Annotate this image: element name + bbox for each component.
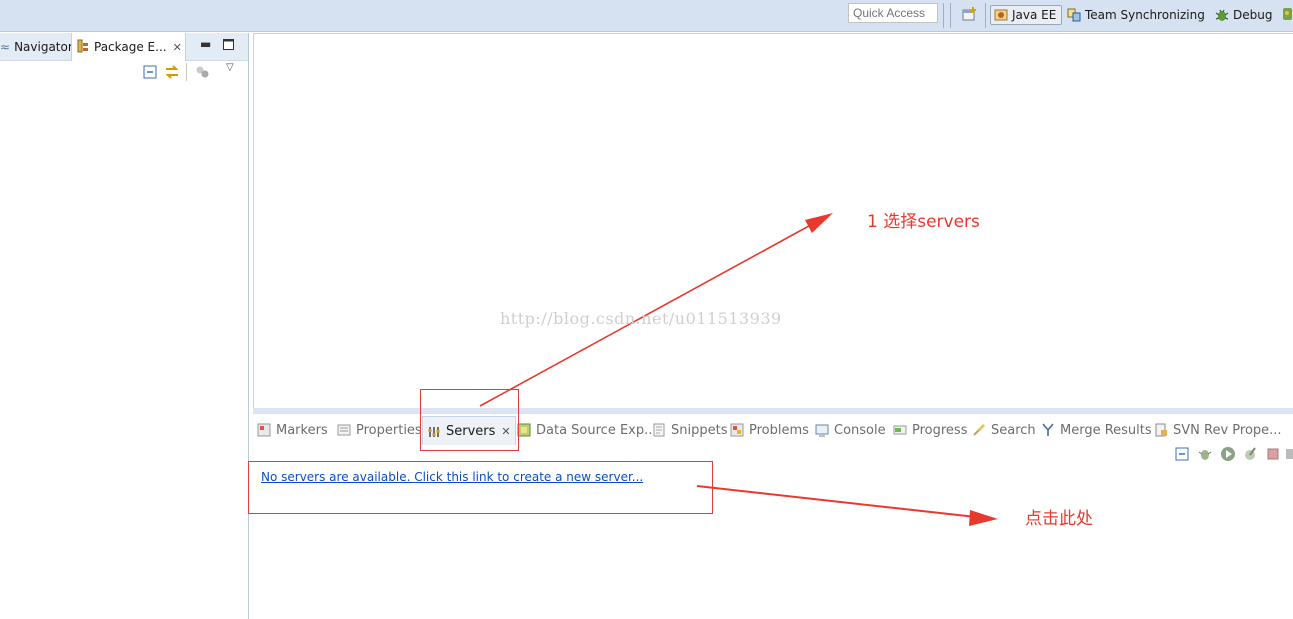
annotation-arrowhead-1 (805, 213, 833, 233)
annotation-step-2: 点击此处 (1025, 509, 1093, 529)
annotation-step-1: 1 选择servers (867, 212, 980, 232)
watermark-text: http://blog.csdn.net/u011513939 (500, 309, 782, 328)
annotation-arrowhead-2 (969, 510, 998, 526)
annotation-arrow-2 (696, 485, 986, 519)
